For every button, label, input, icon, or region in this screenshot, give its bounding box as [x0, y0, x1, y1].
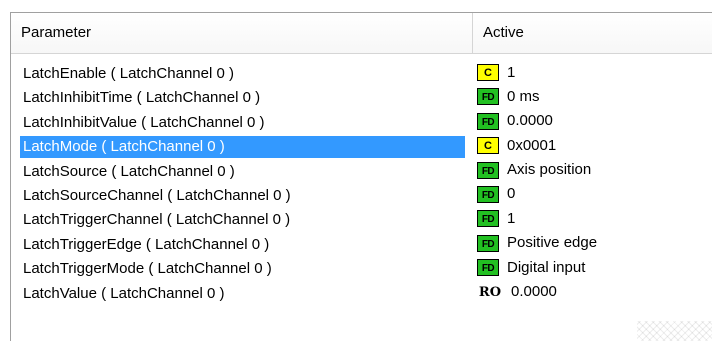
- active-value: Positive edge: [507, 234, 598, 252]
- active-value: 0: [507, 185, 516, 203]
- grid-header: Parameter Active: [11, 13, 712, 54]
- active-value-cell[interactable]: RO 0.0000: [477, 283, 712, 305]
- table-row[interactable]: LatchTriggerEdge ( LatchChannel 0 ) FD Pos…: [11, 233, 712, 257]
- active-value: 0.0000: [507, 112, 553, 130]
- fd-badge-icon: FD: [477, 161, 499, 179]
- active-value-cell[interactable]: FD 0 ms: [477, 87, 712, 109]
- table-row[interactable]: LatchInhibitTime ( LatchChannel 0 ) FD 0 m…: [11, 86, 712, 110]
- active-value-cell[interactable]: C 0x0001: [477, 136, 712, 158]
- active-value-cell[interactable]: C1: [477, 63, 712, 85]
- active-value: Axis position: [507, 161, 592, 179]
- table-row[interactable]: LatchMode ( LatchChannel 0 ) C 0x0001: [11, 135, 712, 159]
- parameter-name[interactable]: LatchTriggerMode ( LatchChannel 0 ): [20, 258, 465, 280]
- active-value-cell[interactable]: FD Positive edge: [477, 234, 712, 256]
- active-value: 0 ms: [507, 87, 540, 105]
- active-value-cell[interactable]: FD 1: [477, 209, 712, 231]
- table-row[interactable]: LatchTriggerMode ( LatchChannel 0 ) FD Dig…: [11, 257, 712, 281]
- table-row[interactable]: LatchSource ( LatchChannel 0 ) FD Axis pos…: [11, 160, 712, 184]
- table-row[interactable]: LatchSourceChannel ( LatchChannel 0 ) FD 0: [11, 184, 712, 208]
- active-value-cell[interactable]: FD Axis position: [477, 161, 712, 183]
- fd-badge-icon: FD: [477, 210, 499, 228]
- active-value: 0.0000: [511, 283, 557, 301]
- fd-badge-icon: FD: [477, 234, 499, 252]
- table-row[interactable]: LatchValue ( LatchChannel 0 ) RO 0.0000: [11, 282, 712, 306]
- active-value: 1: [507, 209, 516, 227]
- active-value-cell[interactable]: FD 0: [477, 185, 712, 207]
- column-header-active[interactable]: Active: [473, 13, 712, 53]
- ro-badge-icon: RO: [478, 284, 502, 300]
- table-row[interactable]: LatchTriggerChannel ( LatchChannel 0 ) FD…: [11, 208, 712, 232]
- fd-badge-icon: FD: [477, 259, 499, 277]
- active-value: Digital input: [507, 258, 586, 276]
- active-value: 0x0001: [507, 136, 557, 154]
- active-value-cell[interactable]: FD Digital input: [477, 258, 712, 280]
- column-header-parameter[interactable]: Parameter: [11, 13, 473, 53]
- parameter-name[interactable]: LatchEnable ( LatchChannel 0 ): [20, 63, 465, 85]
- table-row[interactable]: LatchInhibitValue ( LatchChannel 0 ) FD 0.…: [11, 111, 712, 135]
- fd-badge-icon: FD: [477, 88, 499, 106]
- parameter-name[interactable]: LatchSourceChannel ( LatchChannel 0 ): [20, 185, 465, 207]
- readonly-hatch-pattern: [637, 321, 712, 341]
- table-row[interactable]: LatchEnable ( LatchChannel 0 ) C 1: [11, 62, 712, 86]
- c-badge-icon: C: [477, 64, 499, 82]
- active-value-cell[interactable]: FD 0.0000: [477, 112, 712, 134]
- parameter-name[interactable]: LatchTriggerEdge ( LatchChannel 0 ): [20, 234, 465, 256]
- c-badge-icon: C: [477, 137, 499, 155]
- parameter-name[interactable]: LatchInhibitTime ( LatchChannel 0 ): [20, 87, 465, 109]
- parameter-grid: Parameter Active LatchEnable ( LatchChan…: [10, 12, 712, 341]
- active-value: 1: [507, 63, 516, 81]
- parameter-name[interactable]: LatchMode ( LatchChannel 0 ): [20, 136, 465, 159]
- parameter-name[interactable]: LatchSource ( LatchChannel 0 ): [20, 161, 465, 183]
- grid-rows: LatchEnable ( LatchChannel 0 ) C 1 LatchInh…: [11, 62, 712, 306]
- parameter-name[interactable]: LatchInhibitValue ( LatchChannel 0 ): [20, 112, 465, 134]
- parameter-name[interactable]: LatchTriggerChannel ( LatchChannel 0 ): [20, 209, 465, 231]
- fd-badge-icon: FD: [477, 185, 499, 203]
- fd-badge-icon: FD: [477, 112, 499, 130]
- parameter-name[interactable]: LatchValue ( LatchChannel 0 ): [20, 283, 465, 305]
